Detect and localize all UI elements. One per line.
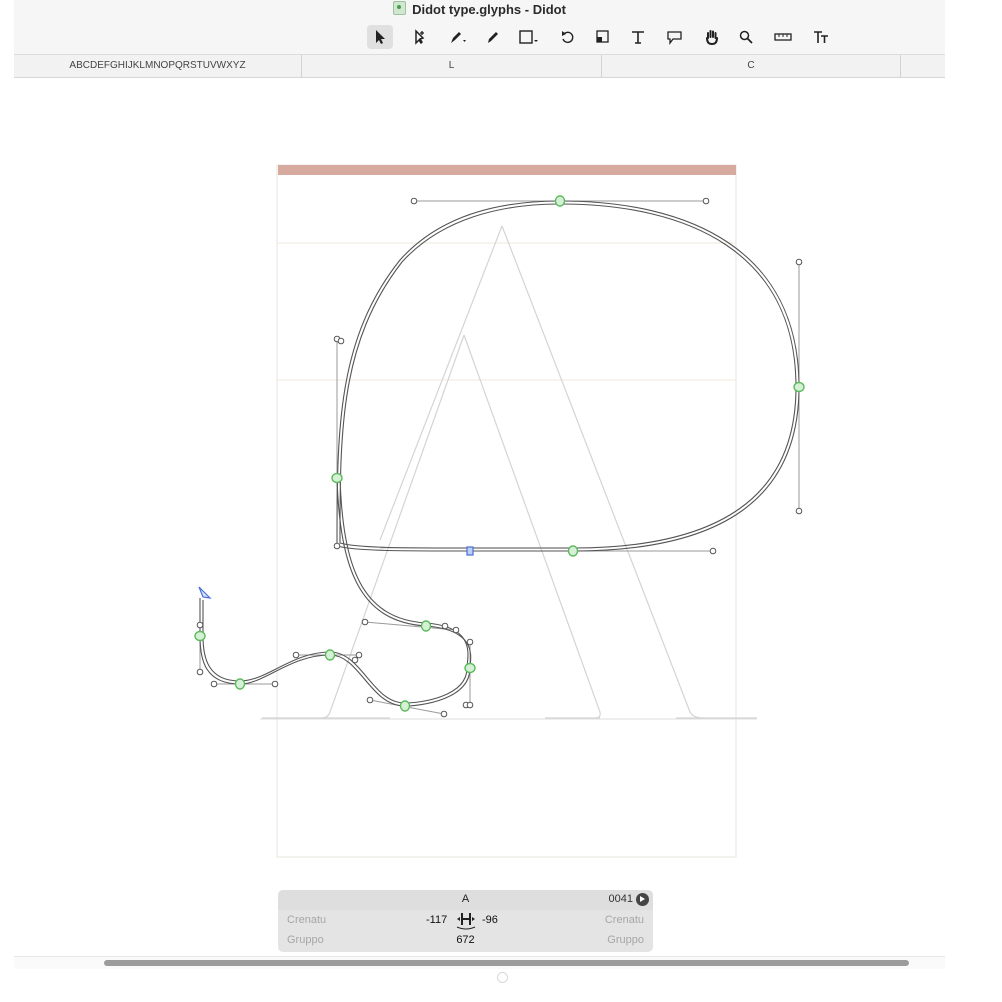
- glyph-info-row-kerning: Crenatu -117 -96 Crenatu: [278, 911, 653, 931]
- bezier-handles: [199, 200, 800, 715]
- glyph-bounding-frame: [276, 164, 737, 858]
- glyph-width[interactable]: 672: [278, 934, 653, 946]
- horizontal-scrollbar[interactable]: [14, 956, 945, 969]
- glyph-canvas[interactable]: [0, 0, 1002, 1002]
- edit-canvas[interactable]: [14, 78, 945, 958]
- handle-points[interactable]: [196, 197, 803, 718]
- glyph-info-row-name: A 0041: [278, 890, 653, 910]
- right-group-field[interactable]: Gruppo: [607, 934, 644, 946]
- left-sidebearing[interactable]: -117: [426, 914, 447, 926]
- right-sidebearing[interactable]: -96: [482, 914, 498, 926]
- ascender-band: [278, 165, 736, 175]
- glyph-info-panel: A 0041 Crenatu -117 -96 Crenatu Gruppo 6…: [278, 890, 653, 952]
- right-kerning-field[interactable]: Crenatu: [605, 914, 644, 926]
- curve-nodes[interactable]: [194, 195, 805, 712]
- glyph-name[interactable]: A: [278, 893, 653, 905]
- start-node-triangle-icon[interactable]: [198, 586, 212, 599]
- corner-node[interactable]: [466, 546, 474, 556]
- glyph-outline: [199, 200, 800, 707]
- glyph-unicode[interactable]: 0041: [609, 893, 633, 905]
- scrollbar-thumb[interactable]: [104, 960, 909, 966]
- resize-indicator: [497, 972, 508, 983]
- sidebearing-link-icon[interactable]: [454, 910, 478, 930]
- go-arrow-icon[interactable]: [636, 893, 649, 906]
- glyph-info-row-group: Gruppo 672 Gruppo: [278, 931, 653, 951]
- left-kerning-field[interactable]: Crenatu: [287, 914, 326, 926]
- background-glyph-a: [262, 225, 757, 719]
